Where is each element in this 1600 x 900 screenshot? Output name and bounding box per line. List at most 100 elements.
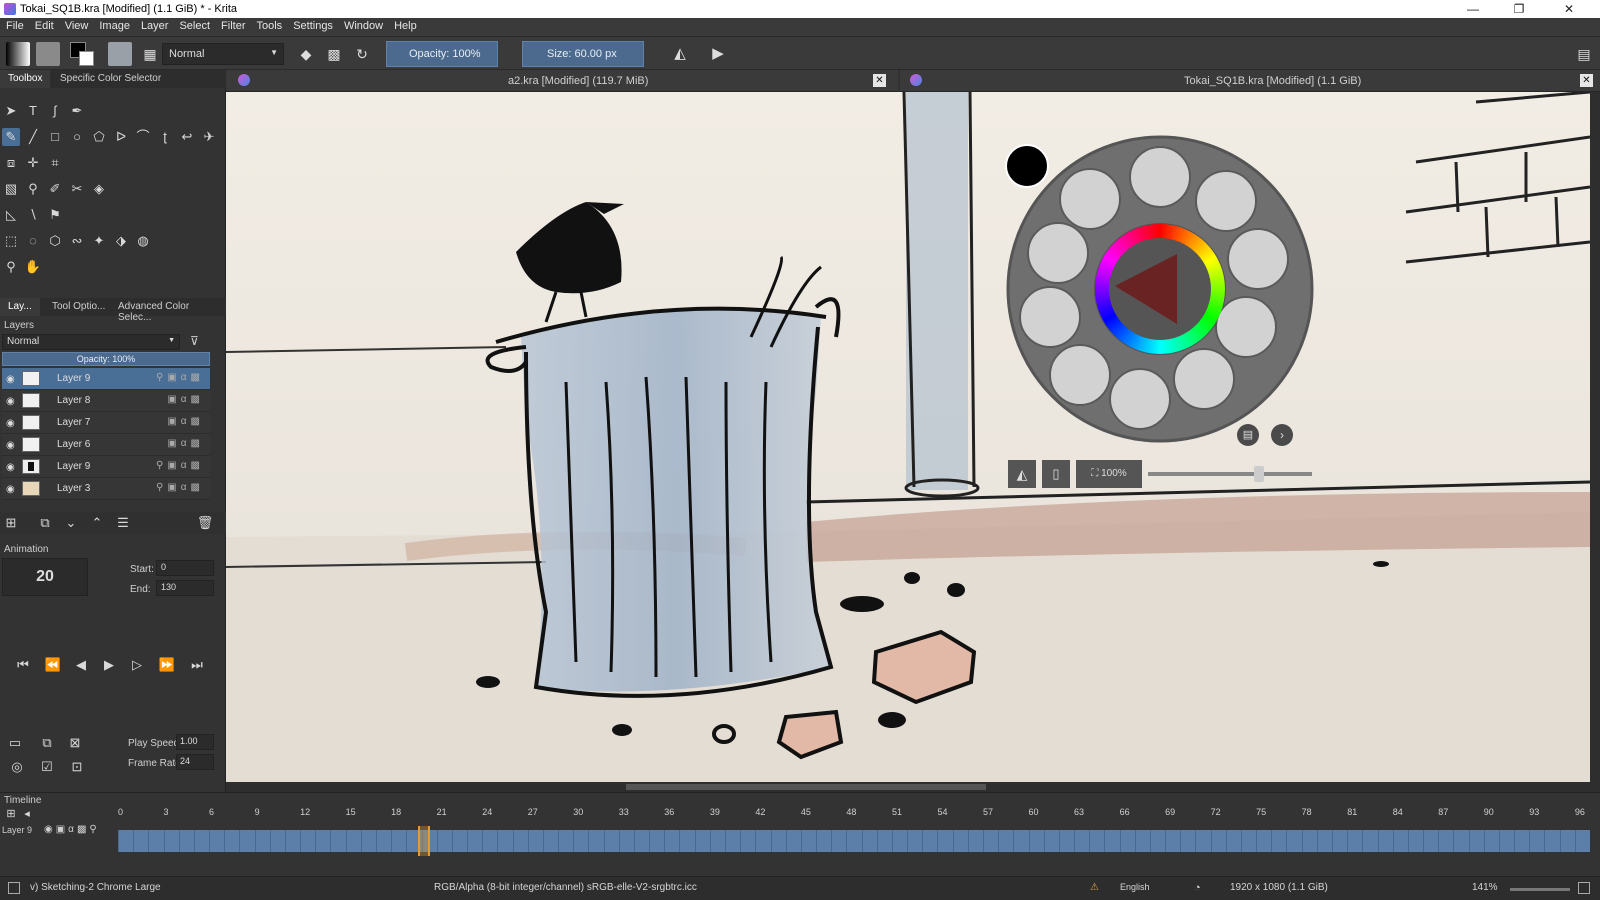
frame-cell[interactable] [982,830,984,852]
frame-cell[interactable] [998,830,1000,852]
frame-cell[interactable] [785,830,787,852]
dynamic-brush-tool-icon[interactable]: ↩ [178,128,196,146]
frame-cell[interactable] [1028,830,1030,852]
remove-keyframe-icon[interactable]: ⊠ [66,734,84,752]
frame-cell[interactable] [725,830,726,852]
move-layer-down-icon[interactable]: ⌄ [62,514,80,532]
rect-select-tool-icon[interactable]: ⬚ [2,232,20,250]
frame-cell[interactable] [1256,830,1258,852]
frame-cell[interactable] [1362,830,1364,852]
frame-cell[interactable] [937,830,939,852]
reload-preset-icon[interactable]: ↻ [350,42,374,66]
pan-tool-icon[interactable]: ✋ [24,258,42,276]
visibility-eye-icon[interactable]: ◉ [6,440,15,451]
ellipse-select-tool-icon[interactable]: ◌ [24,232,42,250]
filter-icon[interactable]: ⊽ [190,334,199,348]
document-tab-a2[interactable]: a2.kra [Modified] (119.7 MiB) ✕ [226,70,898,92]
brush-preset-pencil-icon[interactable] [1173,348,1235,410]
colorize-mask-tool-icon[interactable]: ✐ [46,180,64,198]
visibility-eye-icon[interactable]: ◉ [6,484,15,495]
delete-layer-icon[interactable]: 🗑 [196,514,214,532]
layer-row[interactable]: ◉ Layer 6 ▣α▩ [2,434,210,456]
add-keyframe-icon[interactable]: ▭ [6,734,24,752]
menu-filter[interactable]: Filter [215,18,250,32]
layer-row[interactable]: ◉ Layer 9 ⚲▣α▩ [2,456,210,478]
frame-cell[interactable] [891,830,893,852]
layer-row[interactable]: ◉ Layer 7 ▣α▩ [2,412,210,434]
smart-patch-tool-icon[interactable]: ✂ [68,180,86,198]
frame-cell[interactable] [1013,830,1015,852]
tab-advanced-color-selector[interactable]: Advanced Color Selec... [110,298,226,323]
frame-cell[interactable] [512,830,514,852]
frame-cell[interactable] [603,830,605,852]
brush-preset-watercolor-icon[interactable] [1019,286,1081,348]
brush-preset-icon[interactable] [108,42,132,66]
frame-cell[interactable] [1149,830,1151,852]
last-frame-icon[interactable]: ⏭ [188,656,206,674]
frame-cell[interactable] [254,830,256,852]
multibrush-tool-icon[interactable]: ✈ [200,128,218,146]
frame-cell[interactable] [239,830,241,852]
frame-cell[interactable] [1514,830,1516,852]
frame-cell[interactable] [1301,830,1303,852]
frame-cell[interactable] [1559,830,1561,852]
frame-cell[interactable] [542,830,544,852]
rectangle-tool-icon[interactable]: □ [46,128,64,146]
zoom-tool-icon[interactable]: ⚲ [2,258,20,276]
layer-opacity-slider[interactable]: Opacity: 100% [2,352,210,366]
frame-cell[interactable] [649,830,651,852]
frame-cell[interactable] [300,830,302,852]
menu-layer[interactable]: Layer [135,18,174,32]
frame-cell[interactable] [1165,830,1167,852]
menu-tools[interactable]: Tools [251,18,288,32]
auto-frame-icon[interactable]: ☑ [38,758,56,776]
layer-flags-icon[interactable]: ▣α▩ [167,394,204,405]
rotate-canvas-icon[interactable] [1578,882,1590,894]
frame-cell[interactable] [1043,830,1045,852]
measure-tool-icon[interactable]: ∖ [24,206,42,224]
crop-tool-icon[interactable]: ⌗ [46,154,64,172]
layer-blend-mode-select[interactable]: Normal ▼ [2,334,180,350]
frame-cell[interactable] [694,830,696,852]
frame-cell[interactable] [1180,830,1182,852]
layer-row[interactable]: ◉ Layer 3 ⚲▣α▩ [2,478,210,500]
bezier-tool-icon[interactable]: ⌒ [134,128,152,146]
brush-preset-basic-icon[interactable] [1059,168,1121,230]
frame-cell[interactable] [861,830,863,852]
frame-cell[interactable] [1574,830,1576,852]
current-frame-field[interactable]: 20 [2,558,88,596]
frame-cell[interactable] [345,830,347,852]
mirror-vertical-icon[interactable]: ▶ [706,42,730,66]
frame-cell[interactable] [907,830,909,852]
zoom-slider[interactable] [1148,472,1312,476]
polygon-select-tool-icon[interactable]: ⬡ [46,232,64,250]
freehand-select-tool-icon[interactable]: ∾ [68,232,86,250]
polyline-tool-icon[interactable]: ᐅ [112,128,130,146]
text-tool-icon[interactable]: T [24,102,42,120]
frame-cell[interactable] [573,830,575,852]
frame-cell[interactable] [1438,830,1440,852]
frame-cell[interactable] [1529,830,1531,852]
drawing-canvas[interactable] [226,92,1590,782]
frame-cell[interactable] [952,830,954,852]
frame-cell[interactable] [1316,830,1318,852]
frame-cell[interactable] [922,830,924,852]
frame-cell[interactable] [436,830,438,852]
gradient-tool-icon[interactable]: ▧ [2,180,20,198]
frame-cell[interactable] [967,830,969,852]
layer-flags-icon[interactable]: ⚲▣α▩ [156,482,204,493]
layer-flags-icon[interactable]: ⚲▣α▩ [156,372,204,383]
previous-frame-icon[interactable]: ◀ [72,656,90,674]
frame-cell[interactable] [451,830,453,852]
menu-edit[interactable]: Edit [29,18,59,32]
tab-specific-color-selector[interactable]: Specific Color Selector [52,70,169,88]
onion-skin-icon[interactable]: ◎ [8,758,26,776]
brush-settings-icon[interactable]: ▦ [138,42,162,66]
zoom-slider[interactable] [1510,888,1570,891]
frame-cell[interactable] [482,830,484,852]
frame-cell[interactable] [1332,830,1334,852]
freehand-path-tool-icon[interactable]: ʈ [156,128,174,146]
frame-cell[interactable] [1271,830,1273,852]
color-swatches-icon[interactable] [70,42,96,66]
eraser-mode-icon[interactable]: ◆ [294,42,318,66]
